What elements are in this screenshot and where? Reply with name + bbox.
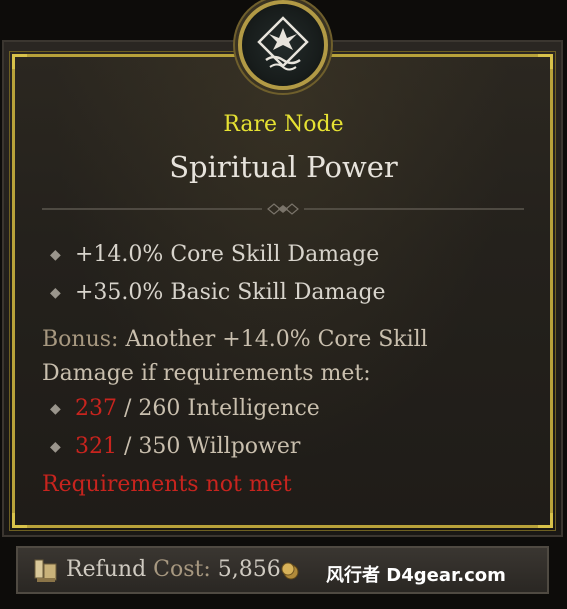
frame-corner — [12, 54, 27, 69]
frame-corner — [538, 54, 553, 69]
stat-line: ◆ +14.0% Core Skill Damage — [50, 242, 379, 267]
refund-cost: Refund Cost: 5,856 — [66, 557, 281, 582]
refund-label: Refund — [66, 557, 147, 582]
node-title: Spiritual Power — [169, 150, 398, 184]
requirement-target: / 350 Willpower — [117, 434, 301, 459]
watermark: 风行者 D4gear.com — [326, 565, 506, 586]
gold-coin-icon — [281, 562, 299, 580]
stat-text: +14.0% Core Skill Damage — [75, 242, 380, 267]
refund-icon — [34, 559, 57, 582]
frame-corner — [12, 513, 27, 528]
refund-footer: Refund Cost: 5,856 风行者 D4gear.com — [16, 546, 549, 594]
requirement-target: / 260 Intelligence — [117, 396, 320, 421]
requirements-warning: Requirements not met — [42, 472, 292, 497]
frame-corner — [538, 513, 553, 528]
requirement-line: ◆ 321 / 350 Willpower — [50, 434, 300, 459]
stat-text: +35.0% Basic Skill Damage — [75, 280, 386, 305]
diamond-bullet-icon: ◆ — [50, 401, 61, 417]
spirit-feather-icon — [257, 16, 309, 71]
node-rarity: Rare Node — [223, 112, 344, 137]
cost-value: 5,856 — [210, 557, 281, 582]
requirement-current: 237 — [75, 396, 117, 421]
stat-line: ◆ +35.0% Basic Skill Damage — [50, 280, 386, 305]
diamond-bullet-icon: ◆ — [50, 439, 61, 455]
cost-label: Cost: — [146, 557, 211, 582]
diamond-bullet-icon: ◆ — [50, 285, 61, 301]
section-divider — [42, 203, 524, 215]
requirement-current: 321 — [75, 434, 117, 459]
diamond-bullet-icon: ◆ — [50, 247, 61, 263]
requirement-line: ◆ 237 / 260 Intelligence — [50, 396, 320, 421]
node-emblem — [238, 0, 328, 90]
bonus-label: Bonus: — [42, 327, 119, 352]
bonus-description: Bonus: Another +14.0% Core Skill Damage … — [42, 323, 522, 391]
